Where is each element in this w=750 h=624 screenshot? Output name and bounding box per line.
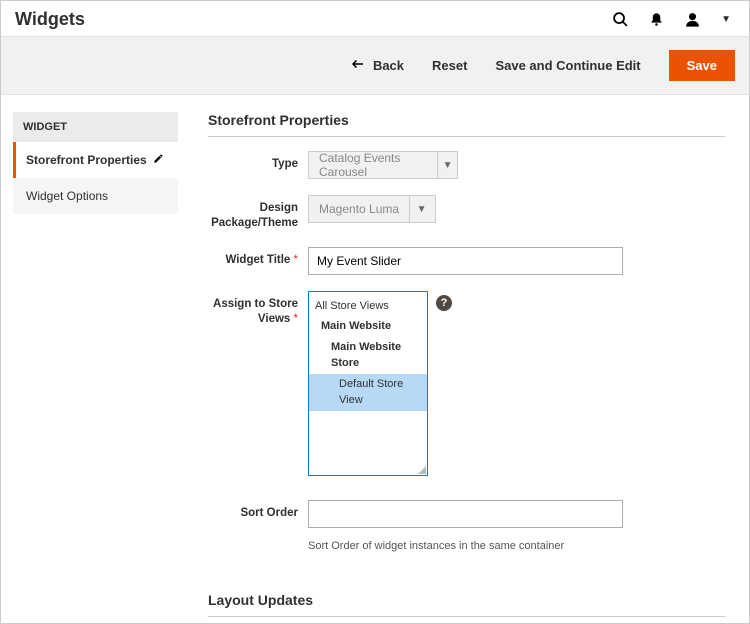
sidebar-item-storefront-properties[interactable]: Storefront Properties	[13, 142, 178, 178]
widget-title-input[interactable]	[308, 247, 623, 275]
back-label: Back	[373, 58, 404, 73]
actions-bar: Back Reset Save and Continue Edit Save	[1, 36, 749, 95]
field-label-sort-order: Sort Order	[208, 500, 308, 521]
header-icons: ▼	[612, 11, 731, 28]
sidebar: WIDGET Storefront Properties Widget Opti…	[13, 112, 178, 624]
field-label-type: Type	[208, 151, 308, 172]
chevron-down-icon: ▼	[409, 196, 433, 222]
notifications-icon[interactable]	[649, 12, 664, 27]
reset-button[interactable]: Reset	[432, 58, 467, 73]
save-continue-button[interactable]: Save and Continue Edit	[495, 58, 640, 73]
save-button[interactable]: Save	[669, 50, 735, 81]
theme-select[interactable]: Magento Luma ▼	[308, 195, 436, 223]
field-type: Type Catalog Events Carousel ▼	[208, 151, 725, 179]
field-theme: Design Package/Theme Magento Luma ▼	[208, 195, 725, 231]
arrow-left-icon	[351, 58, 365, 73]
account-icon[interactable]	[684, 11, 701, 28]
sidebar-item-label: Widget Options	[26, 189, 108, 203]
theme-value: Magento Luma	[309, 202, 409, 216]
search-icon[interactable]	[612, 11, 629, 28]
layout-updates-section: Layout Updates Add Layout Update	[208, 592, 725, 624]
page-header: Widgets ▼	[1, 1, 749, 36]
back-button[interactable]: Back	[351, 58, 404, 73]
sidebar-item-widget-options[interactable]: Widget Options	[13, 178, 178, 214]
chevron-down-icon: ▼	[437, 152, 457, 178]
type-select[interactable]: Catalog Events Carousel ▼	[308, 151, 458, 179]
edit-icon	[153, 153, 164, 167]
sort-order-input[interactable]	[308, 500, 623, 528]
field-sort-order: Sort Order Sort Order of widget instance…	[208, 500, 725, 552]
page-title: Widgets	[15, 9, 85, 30]
account-dropdown-caret-icon[interactable]: ▼	[721, 14, 731, 25]
type-value: Catalog Events Carousel	[309, 151, 437, 179]
sidebar-item-label: Storefront Properties	[26, 153, 147, 167]
main-content: Storefront Properties Type Catalog Event…	[208, 112, 735, 624]
store-view-option-default[interactable]: Default Store View	[309, 374, 427, 411]
field-label-assign: Assign to Store Views	[208, 291, 308, 327]
field-label-theme: Design Package/Theme	[208, 195, 308, 231]
section-title-storefront: Storefront Properties	[208, 112, 725, 137]
field-assign-store-views: Assign to Store Views All Store Views Ma…	[208, 291, 725, 476]
store-view-option-store[interactable]: Main Website Store	[309, 337, 427, 374]
store-view-option-all[interactable]: All Store Views	[309, 296, 427, 317]
sort-order-helper: Sort Order of widget instances in the sa…	[308, 540, 564, 552]
section-title-layout: Layout Updates	[208, 592, 725, 617]
field-label-widget-title: Widget Title	[208, 247, 308, 268]
sidebar-title: WIDGET	[13, 112, 178, 142]
store-views-select[interactable]: All Store Views Main Website Main Websit…	[308, 291, 428, 476]
field-widget-title: Widget Title	[208, 247, 725, 275]
store-view-option-website[interactable]: Main Website	[309, 316, 427, 337]
help-icon[interactable]: ?	[436, 295, 452, 311]
